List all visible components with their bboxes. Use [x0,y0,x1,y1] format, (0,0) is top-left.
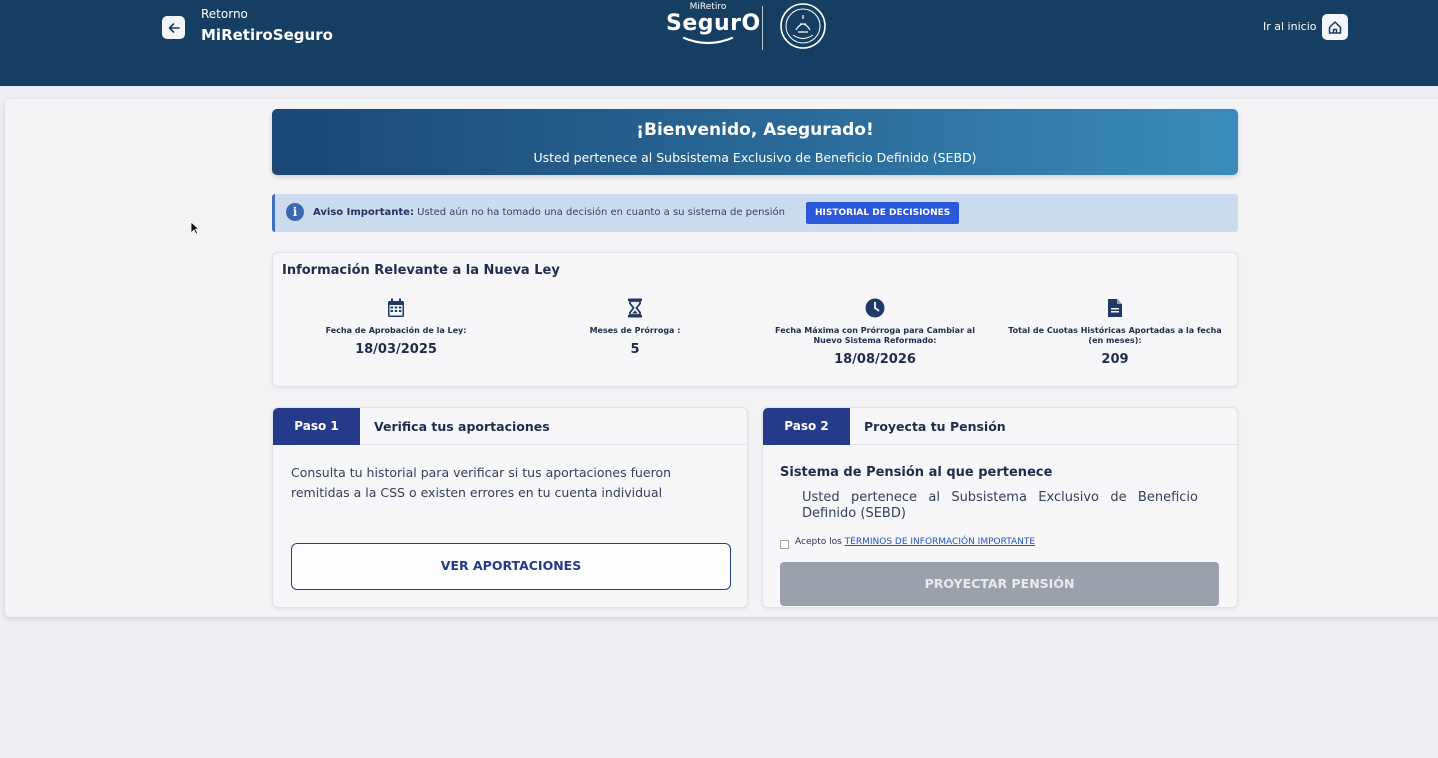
stat-deadline-date: Fecha Máxima con Prórroga para Cambiar a… [765,298,985,367]
welcome-title: ¡Bienvenido, Asegurado! [636,120,874,140]
step2-title: Proyecta tu Pensión [864,419,1006,434]
terms-prefix: Acepto los [795,537,845,547]
logo-divider [762,6,763,50]
step1-badge: Paso 1 [273,408,360,445]
step1-header: Paso 1 Verifica tus aportaciones [273,408,747,445]
clock-icon [865,298,885,318]
step1-description: Consulta tu historial para verificar si … [291,465,672,500]
step2-badge: Paso 2 [763,408,850,445]
miretiro-seguro-logo: MiRetiro SegurO [666,2,761,50]
stat-total-contributions: Total de Cuotas Históricas Aportadas a l… [1003,298,1227,367]
important-notice: i Aviso Importante: Usted aún no ha toma… [272,194,1238,232]
stat-approval-date: Fecha de Aprobación de la Ley: 18/03/202… [316,298,476,357]
stat-label: Meses de Prórroga : [589,326,681,335]
stat-value: 18/08/2026 [834,352,916,367]
top-bar: Retorno MiRetiroSeguro MiRetiro SegurO I… [0,0,1438,86]
back-button[interactable] [162,16,185,39]
home-label[interactable]: Ir al inicio [1263,20,1316,33]
step2-card: Paso 2 Proyecta tu Pensión Sistema de Pe… [762,407,1238,608]
calendar-icon [388,298,404,317]
notice-message: Usted aún no ha tomado una decisión en c… [413,207,785,218]
view-contributions-button[interactable]: VER APORTACIONES [291,543,731,590]
logo-swoosh-icon [682,36,734,45]
pension-system-title: Sistema de Pensión al que pertenece [780,465,1053,480]
project-pension-button[interactable]: PROYECTAR PENSIÓN [780,562,1219,606]
pension-system-text: Usted pertenece al Subsistema Exclusivo … [802,490,1198,521]
mouse-cursor-icon [190,221,200,235]
home-button[interactable] [1322,14,1348,40]
stat-label: Fecha Máxima con Prórroga para Cambiar a… [775,326,975,345]
back-app-name[interactable]: MiRetiroSeguro [201,26,333,44]
info-icon: i [286,203,304,221]
notice-bold-label: Aviso Importante: [313,207,414,218]
home-icon [1328,21,1342,34]
stat-value: 18/03/2025 [355,342,437,357]
step2-header: Paso 2 Proyecta tu Pensión [763,408,1237,445]
accept-terms-checkbox[interactable] [780,540,789,549]
stat-value: 209 [1101,352,1129,367]
notice-text: Aviso Importante: Usted aún no ha tomado… [313,207,785,218]
law-info-title: Información Relevante a la Nueva Ley [282,263,560,278]
step1-title: Verifica tus aportaciones [374,419,550,434]
stat-extension-months: Meses de Prórroga : 5 [565,298,705,357]
welcome-banner: ¡Bienvenido, Asegurado! Usted pertenece … [272,109,1238,175]
stat-label: Fecha de Aprobación de la Ley: [325,326,467,335]
stat-value: 5 [630,342,640,357]
stat-label: Total de Cuotas Históricas Aportadas a l… [1008,326,1222,345]
arrow-left-icon [168,22,180,33]
decision-history-button[interactable]: HISTORIAL DE DECISIONES [806,202,960,224]
terms-link[interactable]: TÉRMINOS DE INFORMACIÓN IMPORTANTE [845,537,1035,547]
css-seal-icon [780,3,826,49]
back-label[interactable]: Retorno [201,7,248,21]
step1-card: Paso 1 Verifica tus aportaciones Consult… [272,407,748,608]
welcome-subtitle: Usted pertenece al Subsistema Exclusivo … [533,150,977,165]
logo-main-text: SegurO [666,11,761,36]
hourglass-icon [628,298,642,318]
law-info-card: Información Relevante a la Nueva Ley Fec… [272,252,1238,387]
document-icon [1108,299,1122,317]
accept-terms-label: Acepto los TÉRMINOS DE INFORMACIÓN IMPOR… [795,537,1035,547]
